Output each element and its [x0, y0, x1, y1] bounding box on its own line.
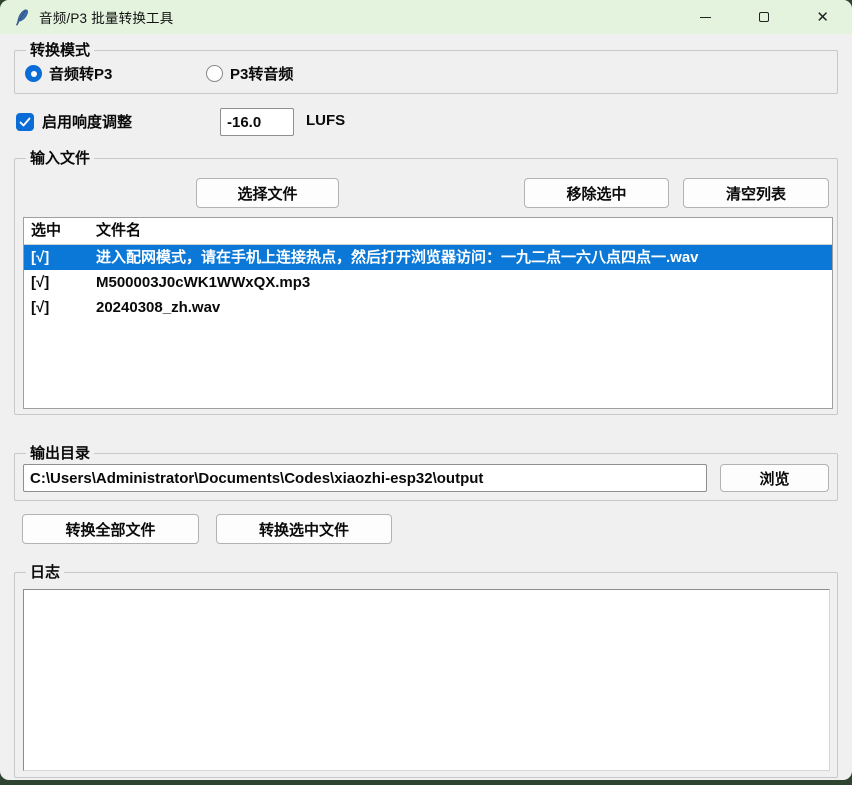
mode-groupbox: 转换模式 音频转P3 P3转音频: [14, 50, 838, 94]
table-row[interactable]: [√] 进入配网模式，请在手机上连接热点，然后打开浏览器访问：一九二点一六八点四…: [24, 245, 832, 270]
file-table: 选中 文件名 [√] 进入配网模式，请在手机上连接热点，然后打开浏览器访问：一九…: [23, 217, 833, 409]
lufs-unit-label: LUFS: [306, 112, 345, 129]
file-table-header: 选中 文件名: [24, 218, 832, 245]
checkbox-checked-icon: [16, 113, 34, 131]
minimize-icon: [700, 17, 711, 18]
clear-list-button[interactable]: 清空列表: [683, 178, 829, 208]
radio-checked-icon: [25, 65, 42, 82]
row-checked-cell: [√]: [24, 245, 96, 270]
row-filename-cell: 进入配网模式，请在手机上连接热点，然后打开浏览器访问：一九二点一六八点四点一.w…: [96, 245, 832, 270]
loudness-row: 启用响度调整 LUFS: [14, 108, 838, 138]
input-files-label: 输入文件: [26, 149, 94, 169]
radio-p3-to-audio[interactable]: P3转音频: [206, 63, 293, 84]
maximize-button[interactable]: [735, 0, 794, 34]
output-dir-label: 输出目录: [26, 444, 94, 464]
table-row[interactable]: [√] 20240308_zh.wav: [24, 295, 832, 320]
minimize-button[interactable]: [676, 0, 735, 34]
close-icon: ✕: [816, 10, 829, 25]
python-feather-icon: [13, 9, 30, 26]
loudness-checkbox-label: 启用响度调整: [42, 111, 132, 132]
input-files-groupbox: 输入文件 选择文件 移除选中 清空列表 选中 文件名 [√] 进入配网模式，请在…: [14, 158, 838, 415]
close-button[interactable]: ✕: [793, 0, 852, 34]
row-checked-cell: [√]: [24, 270, 96, 295]
column-header-filename[interactable]: 文件名: [96, 218, 832, 244]
radio-unchecked-icon: [206, 65, 223, 82]
convert-all-button[interactable]: 转换全部文件: [22, 514, 199, 544]
output-dir-groupbox: 输出目录 浏览: [14, 453, 838, 501]
log-groupbox: 日志: [14, 572, 838, 778]
mode-group-label: 转换模式: [26, 41, 94, 61]
window-title: 音频/P3 批量转换工具: [39, 7, 173, 27]
radio-audio-to-p3[interactable]: 音频转P3: [25, 63, 112, 84]
radio-p3-to-audio-label: P3转音频: [230, 63, 293, 84]
radio-audio-to-p3-label: 音频转P3: [49, 63, 112, 84]
remove-selected-button[interactable]: 移除选中: [524, 178, 669, 208]
browse-button[interactable]: 浏览: [720, 464, 829, 492]
window-controls: ✕: [676, 0, 852, 34]
output-path-input[interactable]: [23, 464, 707, 492]
maximize-icon: [759, 12, 769, 22]
log-label: 日志: [26, 563, 64, 583]
app-window: 音频/P3 批量转换工具 ✕ 转换模式 音频转P3 P3转音频 启用响度调整 L…: [0, 0, 852, 780]
row-checked-cell: [√]: [24, 295, 96, 320]
log-textarea[interactable]: [23, 589, 830, 771]
select-files-button[interactable]: 选择文件: [196, 178, 339, 208]
convert-selected-button[interactable]: 转换选中文件: [216, 514, 392, 544]
table-row[interactable]: [√] M500003J0cWK1WWxQX.mp3: [24, 270, 832, 295]
row-filename-cell: M500003J0cWK1WWxQX.mp3: [96, 270, 832, 295]
loudness-checkbox-group[interactable]: 启用响度调整: [16, 111, 132, 132]
lufs-value-input[interactable]: [220, 108, 294, 136]
titlebar: 音频/P3 批量转换工具 ✕: [0, 0, 852, 34]
column-header-checked[interactable]: 选中: [24, 218, 96, 244]
row-filename-cell: 20240308_zh.wav: [96, 295, 832, 320]
